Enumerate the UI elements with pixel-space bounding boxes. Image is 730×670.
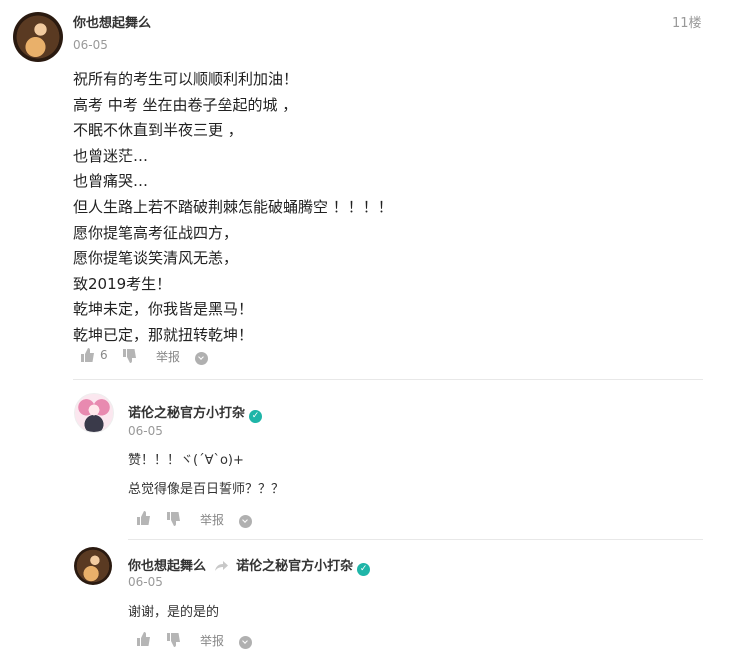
reply-author-name[interactable]: 诺伦之秘官方小打杂 ✓ [128, 402, 263, 423]
thumbs-down-icon [166, 633, 181, 647]
thumbs-down-icon [166, 512, 181, 526]
comment-line: 愿你提笔高考征战四方， [73, 223, 239, 242]
comment-line: 愿你提笔谈笑清风无恙， [73, 249, 239, 268]
reply-text-line: 谢谢，是的是的 [128, 605, 220, 620]
chevron-down-icon [239, 515, 252, 528]
like-button[interactable] [136, 511, 151, 525]
report-button[interactable]: 举报 [156, 348, 180, 365]
more-options-button[interactable] [239, 634, 252, 653]
comment-line: 也曾痛哭… [73, 172, 149, 191]
reply-author-name[interactable]: 你也想起舞么 [128, 559, 206, 574]
like-button[interactable]: 6 [80, 348, 108, 362]
more-options-button[interactable] [239, 513, 252, 532]
report-button[interactable]: 举报 [200, 511, 224, 528]
thumbs-down-icon [122, 349, 137, 363]
verified-badge-icon: ✓ [249, 410, 263, 423]
reply-author-avatar[interactable] [74, 547, 112, 585]
thumbs-up-icon [80, 348, 95, 362]
comment-line: 乾坤未定，你我皆是黑马！ [73, 300, 254, 319]
verified-badge-icon: ✓ [357, 563, 371, 576]
more-options-button[interactable] [195, 350, 208, 369]
dislike-button[interactable] [166, 633, 181, 647]
comment-line: 祝所有的考生可以顺顺利利加油！ [73, 70, 299, 88]
thumbs-up-icon [136, 511, 151, 525]
reply-date: 06-05 [128, 424, 163, 438]
dislike-button[interactable] [122, 349, 137, 363]
comment-line: 但人生路上若不踏破荆棘怎能破蛹腾空 ！！！！ [73, 197, 393, 216]
comment-line: 致2019考生！ [73, 274, 172, 293]
reply-author-name-text[interactable]: 诺伦之秘官方小打杂 [128, 406, 245, 421]
comment-line: 也曾迷茫… [73, 146, 149, 165]
chevron-down-icon [195, 352, 208, 365]
like-button[interactable] [136, 632, 151, 646]
comment-author-avatar[interactable] [13, 12, 63, 62]
reply-text-line: 赞！！！ヾ(´∀`o)+ [128, 453, 244, 468]
reply-divider [128, 539, 703, 540]
comment-author-name[interactable]: 你也想起舞么 [73, 12, 151, 31]
comment-line: 乾坤已定，那就扭转乾坤！ [73, 325, 254, 344]
reply-section-divider [73, 379, 703, 380]
thumbs-up-icon [136, 632, 151, 646]
reply-to-name[interactable]: 诺伦之秘官方小打杂 [236, 559, 353, 574]
like-count: 6 [100, 348, 108, 362]
comment-date: 06-05 [73, 38, 108, 52]
reply-arrow-icon [214, 560, 229, 572]
reply-date: 06-05 [128, 575, 163, 589]
reply-author-avatar[interactable] [74, 393, 114, 433]
dislike-button[interactable] [166, 512, 181, 526]
reply-header: 你也想起舞么 诺伦之秘官方小打杂 ✓ [128, 555, 371, 576]
reply-text-line: 总觉得像是百日誓师？？？ [128, 482, 285, 497]
chevron-down-icon [239, 636, 252, 649]
comment-body: 祝所有的考生可以顺顺利利加油！ 高考 中考 坐在由卷子垒起的城 ， 不眠不休直到… [73, 67, 393, 349]
comment-line: 不眠不休直到半夜三更 ， [73, 121, 243, 140]
comment-line: 高考 中考 坐在由卷子垒起的城 ， [73, 95, 298, 114]
report-button[interactable]: 举报 [200, 632, 224, 649]
comment-floor-number: 11楼 [672, 16, 702, 31]
